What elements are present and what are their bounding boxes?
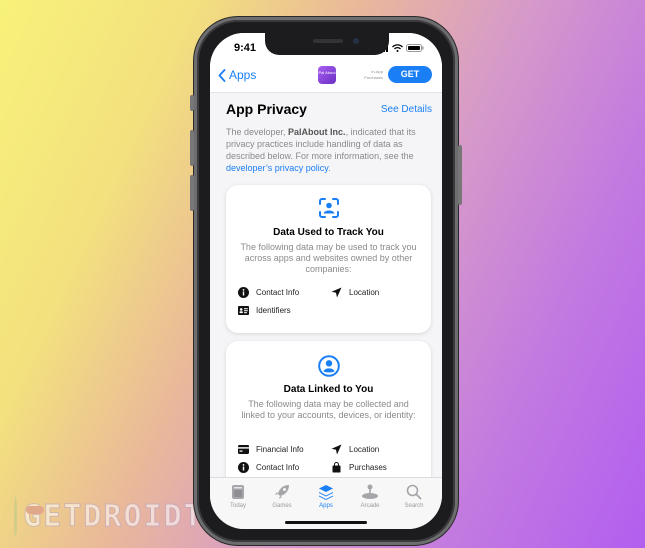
phone-frame: 9:41 Apps Pal About In-App Purchases GET… — [190, 17, 462, 545]
tab-search[interactable]: Search — [394, 484, 434, 529]
data-item-purchases: Purchases — [331, 461, 423, 473]
card-title: Data Used to Track You — [273, 227, 384, 238]
data-item-contact-info: Contact Info — [238, 461, 331, 473]
speaker — [313, 39, 343, 43]
app-icon: Pal About — [318, 66, 336, 84]
location-icon — [331, 287, 342, 297]
location-icon — [331, 444, 342, 454]
tab-label: Games — [272, 503, 292, 509]
see-details-link[interactable]: See Details — [381, 104, 432, 115]
id-card-icon — [238, 305, 249, 315]
power-button — [458, 145, 462, 205]
screen: 9:41 Apps Pal About In-App Purchases GET… — [210, 33, 442, 529]
privacy-description: The developer, PalAbout Inc., indicated … — [226, 126, 436, 174]
layers-icon — [319, 485, 333, 500]
credit-card-icon — [238, 444, 249, 454]
tab-label: Arcade — [360, 503, 380, 509]
item-label: Location — [349, 287, 380, 297]
person-circle-icon — [318, 355, 340, 377]
wifi-icon — [392, 44, 403, 52]
rocket-icon — [275, 485, 289, 499]
card-description: The following data may be used to track … — [240, 242, 417, 274]
home-indicator[interactable] — [285, 521, 367, 524]
chevron-left-icon — [218, 68, 226, 82]
bag-icon — [332, 461, 341, 472]
battery-icon — [406, 44, 424, 52]
back-label: Apps — [229, 68, 257, 82]
privacy-header: App Privacy See Details — [226, 101, 432, 121]
data-item-location: Location — [331, 443, 423, 455]
item-label: Purchases — [349, 462, 387, 472]
tab-label: Apps — [319, 503, 333, 509]
card-description: The following data may be collected and … — [241, 399, 416, 420]
tab-today[interactable]: Today — [218, 484, 258, 529]
app-privacy-section: App Privacy See Details The developer, P… — [210, 93, 442, 511]
status-time: 9:41 — [234, 42, 257, 54]
camera — [353, 38, 359, 44]
info-icon — [238, 461, 249, 473]
volume-up-button — [190, 130, 194, 166]
desc-text-3: . — [328, 163, 331, 173]
nav-bar: Apps Pal About In-App Purchases GET — [210, 61, 442, 93]
search-icon — [406, 484, 422, 500]
item-label: Identifiers — [256, 305, 291, 315]
data-item-identifiers: Identifiers — [238, 304, 331, 316]
watermark-logo-icon — [14, 496, 47, 536]
today-icon — [232, 485, 244, 499]
data-item-location: Location — [331, 286, 423, 298]
notch — [265, 33, 389, 55]
in-app-purchases-label: In-App Purchases — [364, 69, 383, 80]
item-label: Financial Info — [256, 444, 304, 454]
developer-name: PalAbout Inc. — [288, 127, 346, 137]
privacy-title: App Privacy — [226, 101, 307, 117]
privacy-policy-link[interactable]: developer’s privacy policy — [226, 163, 328, 173]
joystick-icon — [362, 484, 378, 499]
data-item-financial-info: Financial Info — [238, 443, 331, 455]
item-label: Location — [349, 444, 380, 454]
tracking-face-icon — [319, 198, 339, 218]
back-button[interactable]: Apps — [218, 68, 256, 82]
info-icon — [238, 286, 249, 298]
data-item-contact-info: Contact Info — [238, 286, 331, 298]
data-used-to-track-card[interactable]: Data Used to Track You The following dat… — [226, 185, 431, 333]
tab-label: Today — [229, 503, 246, 509]
volume-down-button — [190, 175, 194, 211]
tab-label: Search — [404, 503, 424, 509]
item-label: Contact Info — [256, 287, 300, 297]
data-items-list: Contact Info Location Identifiers — [238, 286, 423, 316]
silent-switch — [190, 95, 194, 111]
desc-text-1: The developer, — [226, 127, 289, 137]
item-label: Contact Info — [256, 462, 300, 472]
card-title: Data Linked to You — [283, 384, 374, 395]
get-button[interactable]: GET — [388, 66, 432, 83]
